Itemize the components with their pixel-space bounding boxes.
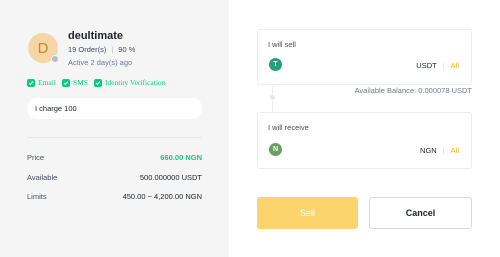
avatar-letter: D <box>37 39 49 57</box>
sell-field-label: I will sell <box>268 40 296 49</box>
detail-label: Price <box>27 153 45 162</box>
verification-label: SMS <box>72 78 88 87</box>
advertiser-name[interactable]: deultimate <box>68 30 123 42</box>
check-icon <box>61 78 70 87</box>
available-value: 500.000000 USDT <box>139 173 202 182</box>
verification-label: Email <box>38 78 56 87</box>
verification-badges: Email SMS Identity Verification <box>27 78 165 87</box>
check-icon <box>93 78 102 87</box>
receive-amount-field[interactable]: I will receive N NGN | All <box>257 112 472 169</box>
sell-currency: USDT <box>416 61 437 70</box>
divider <box>27 137 202 138</box>
sell-all-button[interactable]: All <box>451 61 459 70</box>
avatar: D <box>28 33 59 63</box>
detail-row-price: Price 660.00 NGN <box>27 153 202 162</box>
verification-label: Identity Verification <box>104 78 166 87</box>
detail-row-limits: Limits 450.00 ~ 4,200.00 NGN <box>27 192 202 201</box>
online-status-dot <box>51 55 59 63</box>
advertiser-panel: D deultimate 19 Order(s) | 90 % Active 2 d… <box>0 0 229 257</box>
advertiser-stats: 19 Order(s) | 90 % <box>68 45 135 54</box>
receive-field-label: I will receive <box>268 123 309 132</box>
receive-all-button[interactable]: All <box>451 146 459 155</box>
detail-label: Limits <box>27 192 47 201</box>
sell-unit: USDT | All <box>416 61 459 70</box>
cancel-button[interactable]: Cancel <box>369 197 472 229</box>
unit-separator: | <box>442 61 445 70</box>
unit-separator: | <box>442 146 445 155</box>
detail-row-available: Available 500.000000 USDT <box>27 173 202 182</box>
available-balance: Available Balance: 0.000078 USDT <box>354 86 472 95</box>
verification-sms: SMS <box>61 78 88 87</box>
limits-value: 450.00 ~ 4,200.00 NGN <box>122 192 202 201</box>
connector-dot <box>269 94 276 101</box>
ngn-coin-icon: N <box>269 143 282 156</box>
check-icon <box>27 78 35 87</box>
receive-currency: NGN <box>420 146 437 155</box>
stats-separator: | <box>111 45 114 54</box>
completion-rate: 90 % <box>118 45 136 54</box>
usdt-coin-icon: T <box>269 58 282 71</box>
price-value: 660.00 NGN <box>160 153 202 162</box>
detail-label: Available <box>27 173 58 182</box>
sell-button[interactable]: Sell <box>257 197 358 229</box>
receive-unit: NGN | All <box>420 146 459 155</box>
advertiser-remark: I charge 100 <box>27 98 202 119</box>
order-count: 19 Order(s) <box>68 45 107 54</box>
sell-amount-field[interactable]: I will sell T USDT | All <box>257 29 472 85</box>
last-active: Active 2 day(s) ago <box>68 58 133 67</box>
verification-email: Email <box>27 78 56 87</box>
p2p-order-dialog: D deultimate 19 Order(s) | 90 % Active 2 d… <box>0 0 500 257</box>
verification-identity: Identity Verification <box>93 78 166 87</box>
